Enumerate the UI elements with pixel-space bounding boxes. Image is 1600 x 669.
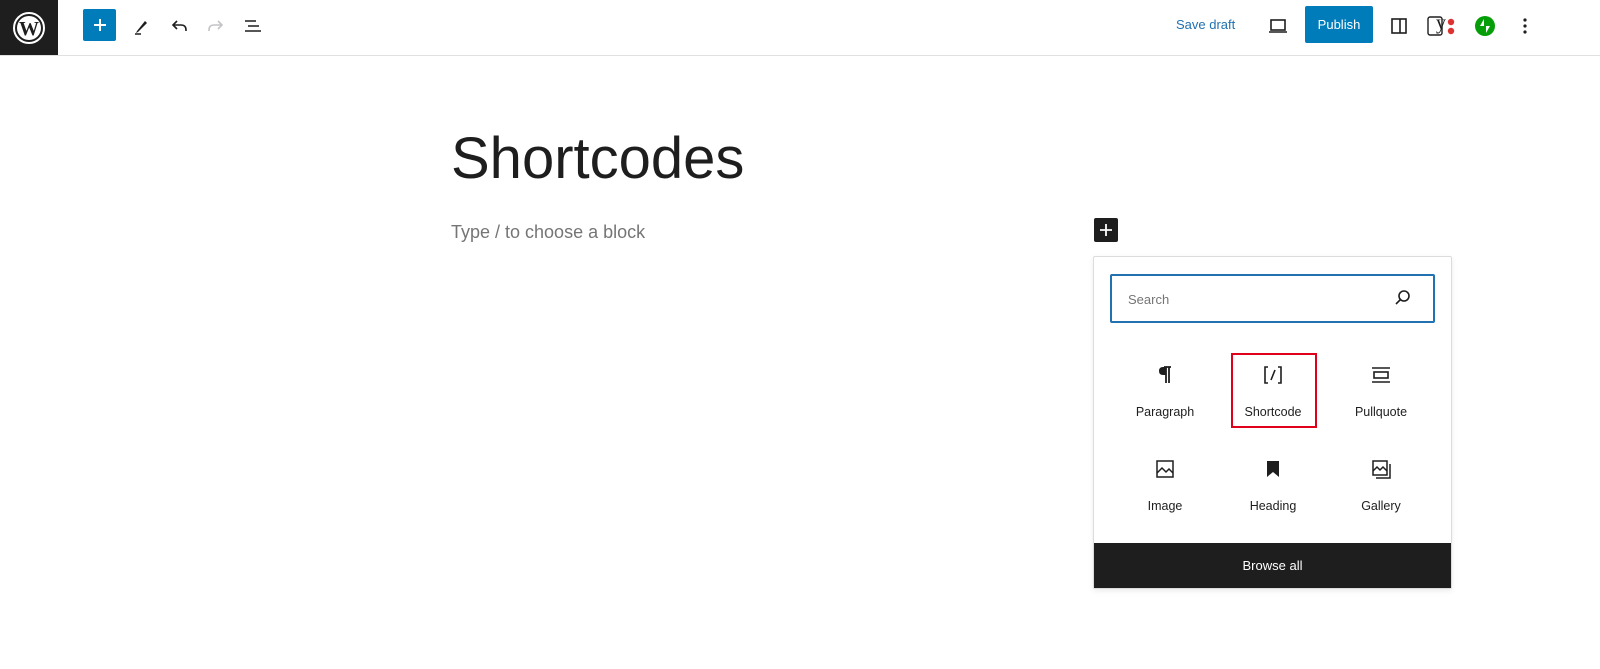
add-block-button[interactable] (1094, 218, 1118, 242)
block-item-label: Image (1147, 499, 1183, 513)
wordpress-logo-icon: W (13, 11, 45, 44)
block-item-label: Shortcode (1244, 405, 1302, 419)
block-item-paragraph[interactable]: Paragraph (1122, 355, 1208, 429)
redo-icon (208, 20, 224, 31)
svg-text:W: W (19, 18, 39, 40)
jetpack-button[interactable] (1468, 9, 1502, 43)
block-item-label: Gallery (1361, 499, 1401, 513)
yoast-letter: y (1436, 12, 1446, 34)
settings-sidebar-button[interactable] (1382, 9, 1416, 43)
block-item-shortcode[interactable]: Shortcode (1230, 355, 1316, 429)
pullquote-icon (1338, 361, 1424, 389)
more-vertical-icon (1523, 18, 1527, 34)
editor-header: W Save draft Publish y (0, 0, 1600, 56)
heading-icon (1230, 455, 1316, 483)
publish-button[interactable]: Publish (1305, 6, 1373, 43)
plus-icon (1100, 224, 1112, 236)
paragraph-icon (1122, 361, 1208, 389)
quick-inserter-popover: Paragraph Shortcode Pullquote (1093, 256, 1452, 589)
block-item-gallery[interactable]: Gallery (1338, 449, 1424, 523)
yoast-seo-button[interactable]: y (1424, 9, 1458, 43)
block-item-heading[interactable]: Heading (1230, 449, 1316, 523)
jetpack-icon (1475, 16, 1495, 36)
block-search-input[interactable] (1126, 276, 1380, 323)
wordpress-logo-button[interactable]: W (0, 0, 58, 55)
gallery-icon (1338, 455, 1424, 483)
undo-button[interactable] (162, 9, 196, 43)
block-item-image[interactable]: Image (1122, 449, 1208, 523)
sidebar-icon (1391, 18, 1407, 34)
block-item-label: Paragraph (1135, 405, 1195, 419)
tools-button[interactable] (125, 9, 159, 43)
default-block-appender[interactable]: Type / to choose a block (451, 222, 645, 243)
browse-all-button[interactable]: Browse all (1094, 543, 1451, 588)
block-item-label: Pullquote (1354, 405, 1408, 419)
block-search-field[interactable] (1110, 274, 1435, 323)
options-menu-button[interactable] (1508, 9, 1542, 43)
post-title[interactable]: Shortcodes (451, 124, 744, 194)
image-icon (1122, 455, 1208, 483)
desktop-preview-icon (1269, 19, 1287, 33)
save-draft-button[interactable]: Save draft (1176, 17, 1235, 32)
preview-button[interactable] (1261, 9, 1295, 43)
toggle-block-inserter-button[interactable] (83, 9, 116, 41)
block-item-pullquote[interactable]: Pullquote (1338, 355, 1424, 429)
shortcode-icon (1230, 361, 1316, 389)
redo-button[interactable] (199, 9, 233, 43)
undo-icon (171, 20, 187, 31)
pencil-icon (135, 21, 147, 35)
list-view-icon (245, 20, 261, 32)
plus-icon (93, 19, 106, 31)
document-overview-button[interactable] (236, 9, 270, 43)
search-icon (1395, 290, 1410, 305)
block-item-label: Heading (1249, 499, 1297, 513)
